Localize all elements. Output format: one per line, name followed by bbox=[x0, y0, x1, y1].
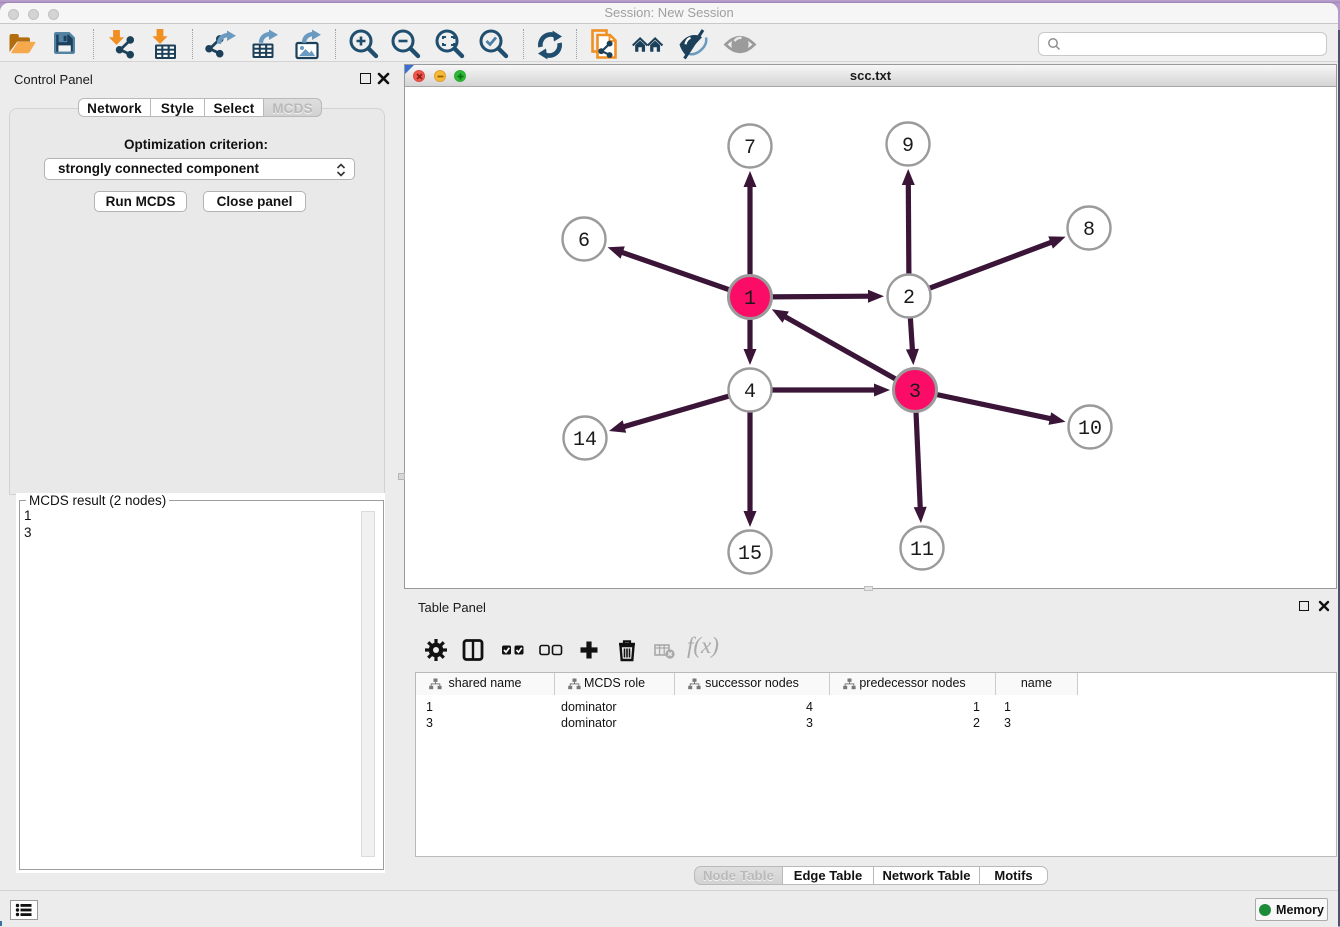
svg-text:7: 7 bbox=[744, 137, 756, 160]
svg-text:11: 11 bbox=[910, 539, 934, 562]
svg-text:15: 15 bbox=[738, 543, 762, 566]
svg-text:14: 14 bbox=[573, 429, 597, 452]
svg-text:2: 2 bbox=[903, 287, 915, 310]
svg-text:1: 1 bbox=[744, 288, 756, 311]
svg-text:4: 4 bbox=[744, 381, 756, 404]
svg-text:8: 8 bbox=[1083, 219, 1095, 242]
svg-text:9: 9 bbox=[902, 135, 914, 158]
svg-text:6: 6 bbox=[578, 230, 590, 253]
svg-text:3: 3 bbox=[909, 381, 921, 404]
svg-text:10: 10 bbox=[1078, 418, 1102, 441]
